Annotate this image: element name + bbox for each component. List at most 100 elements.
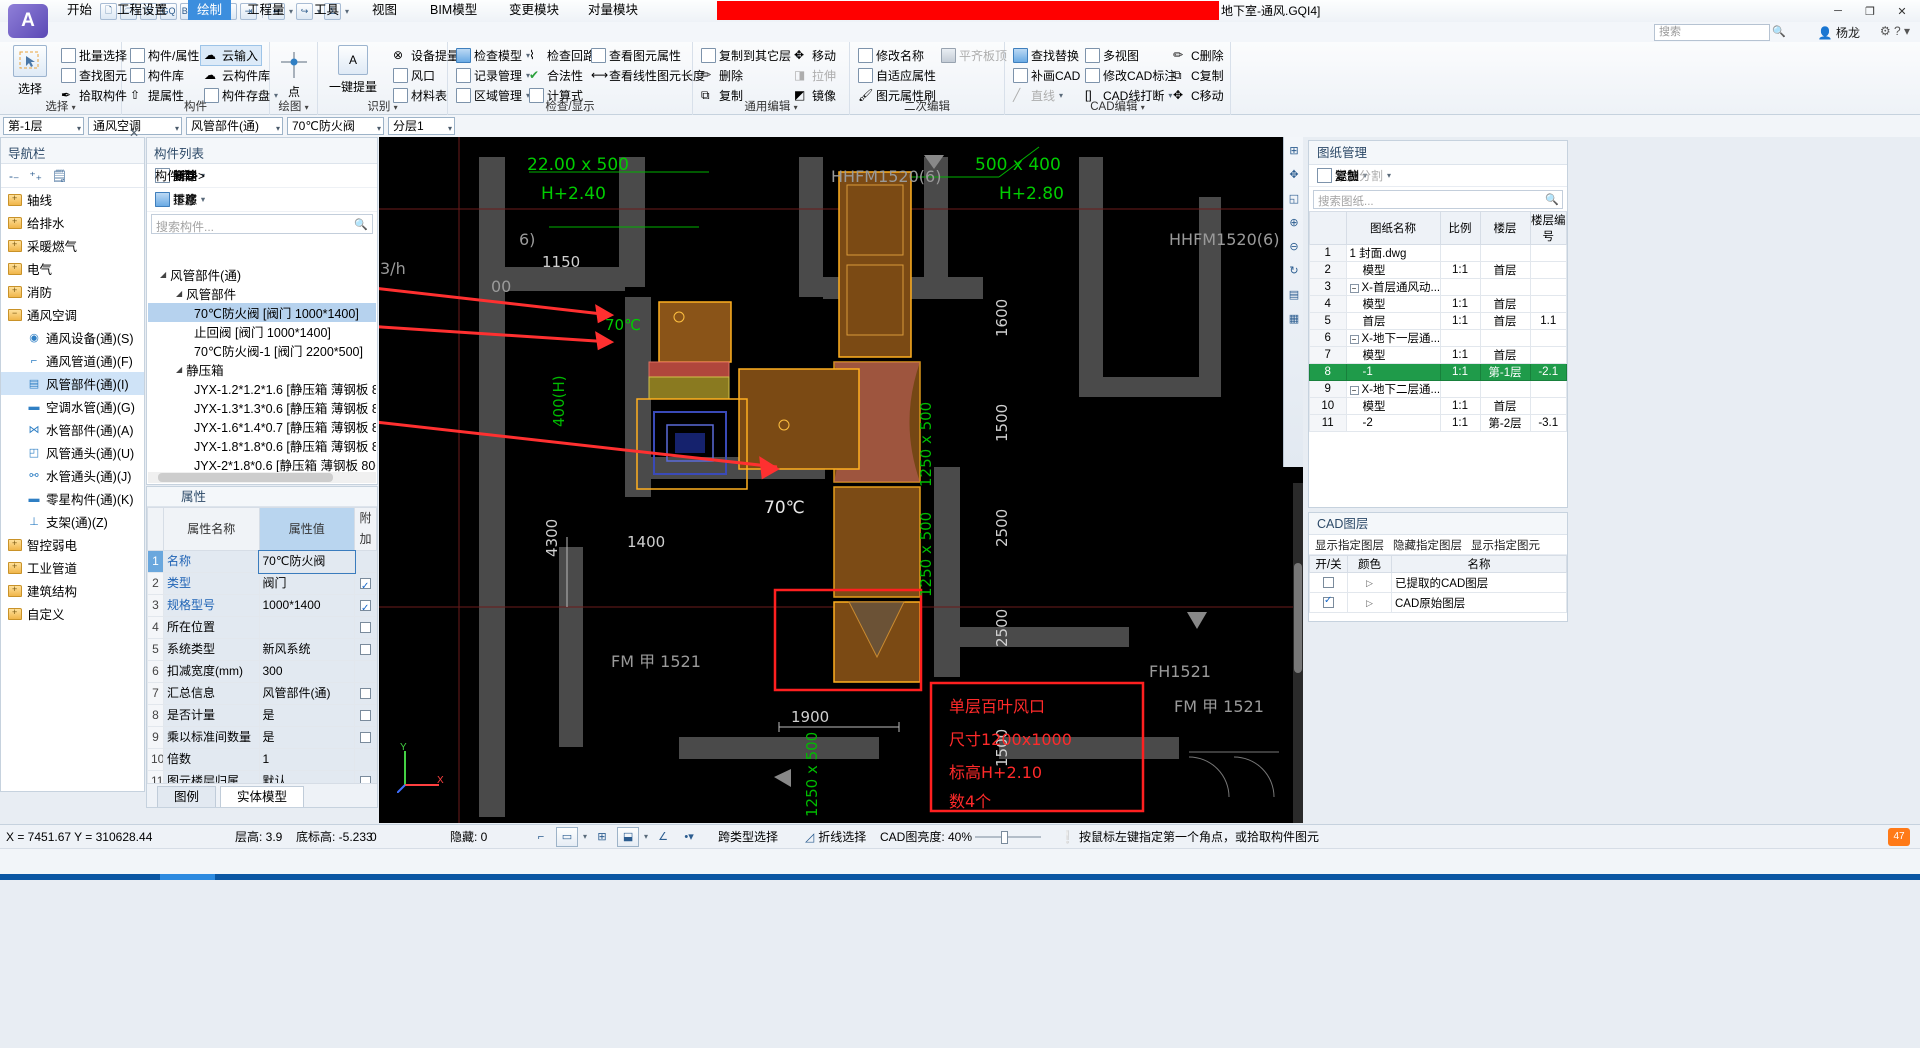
- component-library-button[interactable]: 构件库: [127, 66, 187, 85]
- cross-type-select-toggle[interactable]: 跨类型选择: [718, 825, 778, 848]
- property-extra[interactable]: [354, 638, 377, 661]
- component-search-input[interactable]: 搜索构件... 🔍: [151, 214, 373, 234]
- nav-item-5[interactable]: 通风空调: [1, 303, 144, 326]
- drawing-name[interactable]: − X-首层通风动...: [1345, 278, 1441, 296]
- edit-icon[interactable]: 🗒: [52, 169, 67, 183]
- view-linear-length-button[interactable]: ⟷ 查看线性图元长度: [588, 66, 708, 85]
- chevron-right-icon[interactable]: ▷: [1366, 598, 1373, 608]
- property-extra[interactable]: [354, 550, 377, 573]
- zoom-extent-icon[interactable]: ⊞: [1285, 139, 1303, 161]
- property-checkbox[interactable]: [360, 688, 371, 700]
- tab-solid-model[interactable]: 实体模型: [220, 786, 305, 807]
- layer-on-icon[interactable]: [1323, 595, 1334, 608]
- property-extra[interactable]: [354, 572, 377, 595]
- collapse-node-icon[interactable]: −: [1349, 335, 1359, 344]
- cloud-library-button[interactable]: ☁ 云构件库: [201, 66, 273, 85]
- property-extra[interactable]: [354, 726, 377, 749]
- zoom-in-icon[interactable]: ⊕: [1285, 211, 1303, 233]
- property-row[interactable]: 1 名称 70℃防火阀: [147, 549, 377, 574]
- cad-canvas[interactable]: 22.00 x 500 H+2.40 500 x 400 H+2.80 70℃ …: [379, 137, 1303, 823]
- layer-icon[interactable]: ▤: [1285, 283, 1303, 305]
- delete-button[interactable]: ✏ 删除: [698, 66, 746, 85]
- cad-brightness-control[interactable]: CAD图亮度: 40%: [880, 825, 972, 848]
- drawing-name[interactable]: 模型: [1345, 346, 1441, 364]
- property-value[interactable]: 1: [258, 748, 355, 771]
- pan-icon[interactable]: ✥: [1285, 163, 1303, 185]
- search-icon[interactable]: 🔍: [354, 218, 368, 231]
- copy-drawing-button[interactable]: 复制: [1314, 166, 1362, 185]
- point-button[interactable]: 点: [268, 50, 320, 100]
- property-checkbox[interactable]: [360, 732, 371, 744]
- object-snap-icon[interactable]: ⬓: [617, 826, 640, 847]
- properties-body[interactable]: 1名称70℃防火阀2类型阀门3规格型号1000*14004所在位置5系统类型新风…: [147, 549, 377, 783]
- property-row[interactable]: 8 是否计量是: [147, 704, 377, 727]
- property-checkbox[interactable]: [360, 622, 371, 634]
- property-checkbox[interactable]: [360, 644, 371, 656]
- drawing-name[interactable]: 模型: [1345, 261, 1441, 279]
- chevron-right-icon[interactable]: ▷: [1366, 578, 1373, 588]
- drawing-search-input[interactable]: 搜索图纸... 🔍: [1313, 190, 1563, 209]
- property-value[interactable]: 阀门: [258, 572, 355, 595]
- nav-item-17[interactable]: 建筑结构: [1, 579, 144, 602]
- property-value[interactable]: 300: [258, 660, 355, 683]
- dimension-icon[interactable]: ▭: [556, 826, 578, 847]
- property-extra[interactable]: [354, 660, 377, 683]
- menu-item-view[interactable]: 视图: [363, 0, 406, 20]
- drawing-row[interactable]: 11 封面.dwg: [1309, 244, 1567, 262]
- scroll-thumb[interactable]: [1294, 563, 1302, 673]
- component-tree-item-6[interactable]: JYX-1.2*1.2*1.6 [静压箱 薄钢板 800 4: [148, 379, 376, 398]
- drawing-name[interactable]: 1 封面.dwg: [1345, 244, 1441, 262]
- search-icon[interactable]: 🔍: [1772, 25, 1786, 38]
- drawing-row[interactable]: 2 模型 1:1 首层: [1309, 261, 1567, 279]
- nav-item-14[interactable]: ⊥ 支架(通)(Z): [1, 510, 144, 533]
- drawing-name[interactable]: − X-地下二层通...: [1345, 380, 1441, 398]
- window-controls[interactable]: ─ ❐ ✕: [1822, 0, 1918, 22]
- show-specified-element-button[interactable]: 显示指定图元: [1471, 537, 1540, 553]
- nav-item-3[interactable]: 电气: [1, 257, 144, 280]
- edit-cad-dim-button[interactable]: 修改CAD标注: [1082, 66, 1179, 85]
- select-button[interactable]: 选择: [4, 45, 56, 97]
- component-tree-item-1[interactable]: ◢ 风管部件: [148, 284, 376, 303]
- collapse-all-icon[interactable]: -₋: [9, 169, 19, 183]
- record-manage-button[interactable]: 记录管理 ▾: [453, 66, 533, 85]
- point-snap-icon[interactable]: •▾: [678, 827, 700, 847]
- c-delete-button[interactable]: ✏ C删除: [1170, 46, 1227, 65]
- component-tree-item-2[interactable]: 70℃防火阀 [阀门 1000*1400]: [148, 303, 376, 322]
- search-input[interactable]: 搜索: [1654, 24, 1770, 41]
- drawing-row[interactable]: 4 模型 1:1 首层: [1309, 295, 1567, 313]
- cad-layer-table-body[interactable]: ▷ 已提取的CAD图层 ▷ CAD原始图层: [1309, 572, 1567, 613]
- property-value[interactable]: 风管部件(通): [258, 682, 355, 705]
- drawing-name[interactable]: 模型: [1345, 397, 1441, 415]
- chevron-down-icon[interactable]: ▾: [276, 121, 280, 137]
- property-row[interactable]: 11 图元楼层归属 默认: [147, 770, 377, 783]
- menu-item-project-settings[interactable]: 工程设置: [108, 0, 176, 20]
- nav-item-4[interactable]: 消防: [1, 280, 144, 303]
- property-row[interactable]: 2 类型 阀门: [147, 572, 377, 595]
- property-checkbox[interactable]: [360, 598, 371, 616]
- app-corner-badge[interactable]: 47: [1888, 825, 1910, 848]
- chevron-down-icon[interactable]: ▾: [448, 121, 452, 137]
- component-list-toolbar-1[interactable]: 新建 ▾ 删除 复制 构件库>>: [147, 164, 377, 188]
- move-down-button[interactable]: 下移: [152, 190, 200, 209]
- polyline-select-toggle[interactable]: ◿ 折线选择: [805, 825, 866, 848]
- draw-cad-button[interactable]: 补画CAD: [1010, 66, 1083, 85]
- drawing-row[interactable]: 9− X-地下二层通...: [1309, 380, 1567, 398]
- batch-select-button[interactable]: 批量选择: [58, 46, 130, 65]
- menu-item-change-module[interactable]: 变更模块: [500, 0, 568, 20]
- property-row[interactable]: 10 倍数 1: [147, 748, 377, 771]
- layer-color-cell[interactable]: ▷: [1347, 572, 1392, 593]
- object-snap-caret-icon[interactable]: ▾: [644, 832, 648, 841]
- cad-brightness-slider[interactable]: [975, 825, 1045, 848]
- menu-item-draw[interactable]: 绘制: [188, 0, 232, 20]
- c-copy-button[interactable]: ⧉ C复制: [1170, 66, 1227, 85]
- angle-icon[interactable]: ∠: [652, 827, 674, 847]
- validity-button[interactable]: ✔ 合法性: [526, 66, 586, 85]
- component-list-hscrollbar[interactable]: [148, 472, 376, 483]
- menu-item-quantity[interactable]: 工程量: [238, 0, 294, 20]
- nav-item-2[interactable]: 采暖燃气: [1, 234, 144, 257]
- snap-toolbar[interactable]: ⌐ ▭ ▾ ⊞ ⬓ ▾ ∠ •▾: [530, 825, 700, 848]
- taskbar-active-item[interactable]: [160, 874, 215, 880]
- grid-icon[interactable]: ▦: [1285, 307, 1303, 329]
- close-icon[interactable]: ✕: [129, 126, 139, 140]
- property-value[interactable]: 是: [258, 704, 355, 727]
